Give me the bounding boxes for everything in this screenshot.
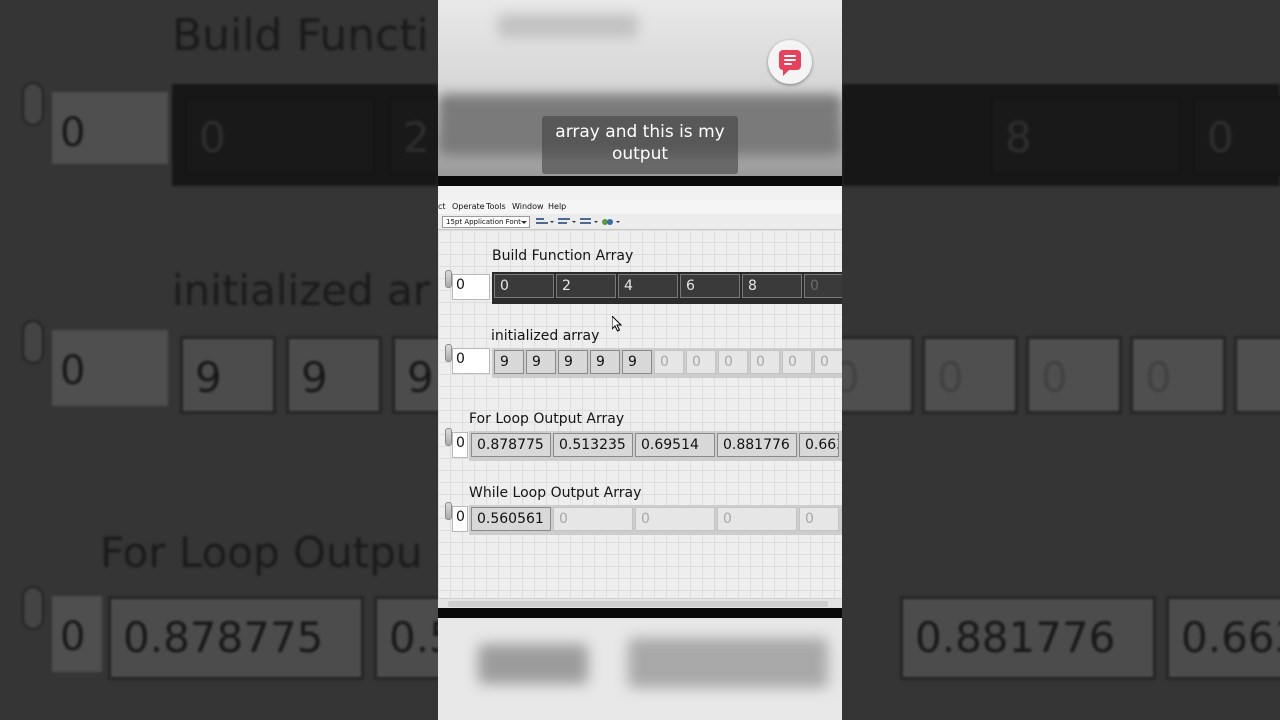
array-element[interactable]: 4 xyxy=(618,274,678,298)
array-element[interactable]: 8 xyxy=(742,274,802,298)
font-select[interactable]: 15pt Application Font xyxy=(442,216,530,228)
menu-item-project[interactable]: ct xyxy=(438,202,446,211)
array-element[interactable]: 0 xyxy=(799,507,839,531)
array-element[interactable]: 9 xyxy=(526,350,556,374)
menu-item-operate[interactable]: Operate xyxy=(452,202,485,211)
array-element[interactable]: 0 xyxy=(750,350,780,374)
array-element[interactable]: 0.663 xyxy=(799,433,839,457)
index-spinner-init[interactable] xyxy=(445,344,452,362)
panel-bottom-blurred xyxy=(438,618,842,720)
index-display-forloop[interactable]: 0 xyxy=(452,432,468,458)
array-element[interactable]: 0 xyxy=(782,350,812,374)
index-display-init[interactable]: 0 xyxy=(452,348,490,374)
index-spinner-whileloop[interactable] xyxy=(445,502,452,520)
array-element[interactable]: 0 xyxy=(717,507,797,531)
array-element[interactable]: 0.69514 xyxy=(635,433,715,457)
array-for-loop-output: 0.8787750.5132350.695140.8817760.663 xyxy=(469,431,842,461)
distribute-objects-icon[interactable] xyxy=(558,217,576,227)
scrollbar-thumb[interactable] xyxy=(448,601,828,607)
reorder-icon[interactable] xyxy=(602,217,620,227)
array-element[interactable]: 2 xyxy=(556,274,616,298)
video-caption: array and this is my output xyxy=(542,116,738,174)
array-while-loop-output: 0.560561 0 0 0 0 xyxy=(469,505,842,535)
chat-icon[interactable] xyxy=(768,40,812,84)
divider-top xyxy=(438,176,842,186)
index-spinner-build[interactable] xyxy=(445,270,452,288)
font-select-value: 15pt Application Font xyxy=(446,218,521,226)
menu-bar: ct Operate Tools Window Help xyxy=(438,200,842,214)
front-panel-canvas[interactable]: Build Function Array 0 024680 initialize… xyxy=(438,230,842,598)
label-build-function-array: Build Function Array xyxy=(492,248,634,264)
mouse-cursor-icon xyxy=(612,316,622,332)
video-panel: array and this is my output ct Operate T… xyxy=(438,0,842,720)
label-while-loop-output-array: While Loop Output Array xyxy=(469,485,642,501)
panel-top-blurred: array and this is my output xyxy=(438,0,842,176)
array-element[interactable]: 9 xyxy=(622,350,652,374)
array-element[interactable]: 9 xyxy=(558,350,588,374)
array-element[interactable]: 0 xyxy=(814,350,842,374)
array-element[interactable]: 0 xyxy=(686,350,716,374)
resize-objects-icon[interactable] xyxy=(580,217,598,227)
array-element[interactable]: 0.560561 xyxy=(471,507,551,531)
array-element[interactable]: 6 xyxy=(680,274,740,298)
menu-item-tools[interactable]: Tools xyxy=(486,202,506,211)
index-display-whileloop[interactable]: 0 xyxy=(452,506,468,532)
array-element[interactable]: 0 xyxy=(494,274,554,298)
menu-item-window[interactable]: Window xyxy=(512,202,544,211)
array-element[interactable]: 0.513235 xyxy=(553,433,633,457)
index-display-build[interactable]: 0 xyxy=(452,274,490,300)
array-element[interactable]: 0 xyxy=(553,507,633,531)
align-objects-icon[interactable] xyxy=(536,217,554,227)
menu-item-help[interactable]: Help xyxy=(548,202,566,211)
label-for-loop-output-array: For Loop Output Array xyxy=(469,411,625,427)
array-element[interactable]: 0.881776 xyxy=(717,433,797,457)
divider-bottom xyxy=(438,608,842,618)
array-element[interactable]: 0 xyxy=(718,350,748,374)
horizontal-scrollbar[interactable] xyxy=(438,598,842,608)
array-element[interactable]: 0 xyxy=(635,507,715,531)
array-initialized: 99999000000 xyxy=(492,348,842,378)
array-build-function: 024680 xyxy=(492,272,842,304)
index-spinner-forloop[interactable] xyxy=(445,428,452,446)
toolbar: 15pt Application Font xyxy=(438,214,842,230)
array-element[interactable]: 0 xyxy=(654,350,684,374)
array-element[interactable]: 0 xyxy=(804,274,842,298)
chevron-down-icon xyxy=(521,221,527,224)
label-initialized-array: initialized array xyxy=(491,328,600,344)
array-element[interactable]: 9 xyxy=(590,350,620,374)
labview-front-panel: ct Operate Tools Window Help 15pt Applic… xyxy=(438,186,842,608)
array-element[interactable]: 0.878775 xyxy=(471,433,551,457)
array-element[interactable]: 9 xyxy=(494,350,524,374)
